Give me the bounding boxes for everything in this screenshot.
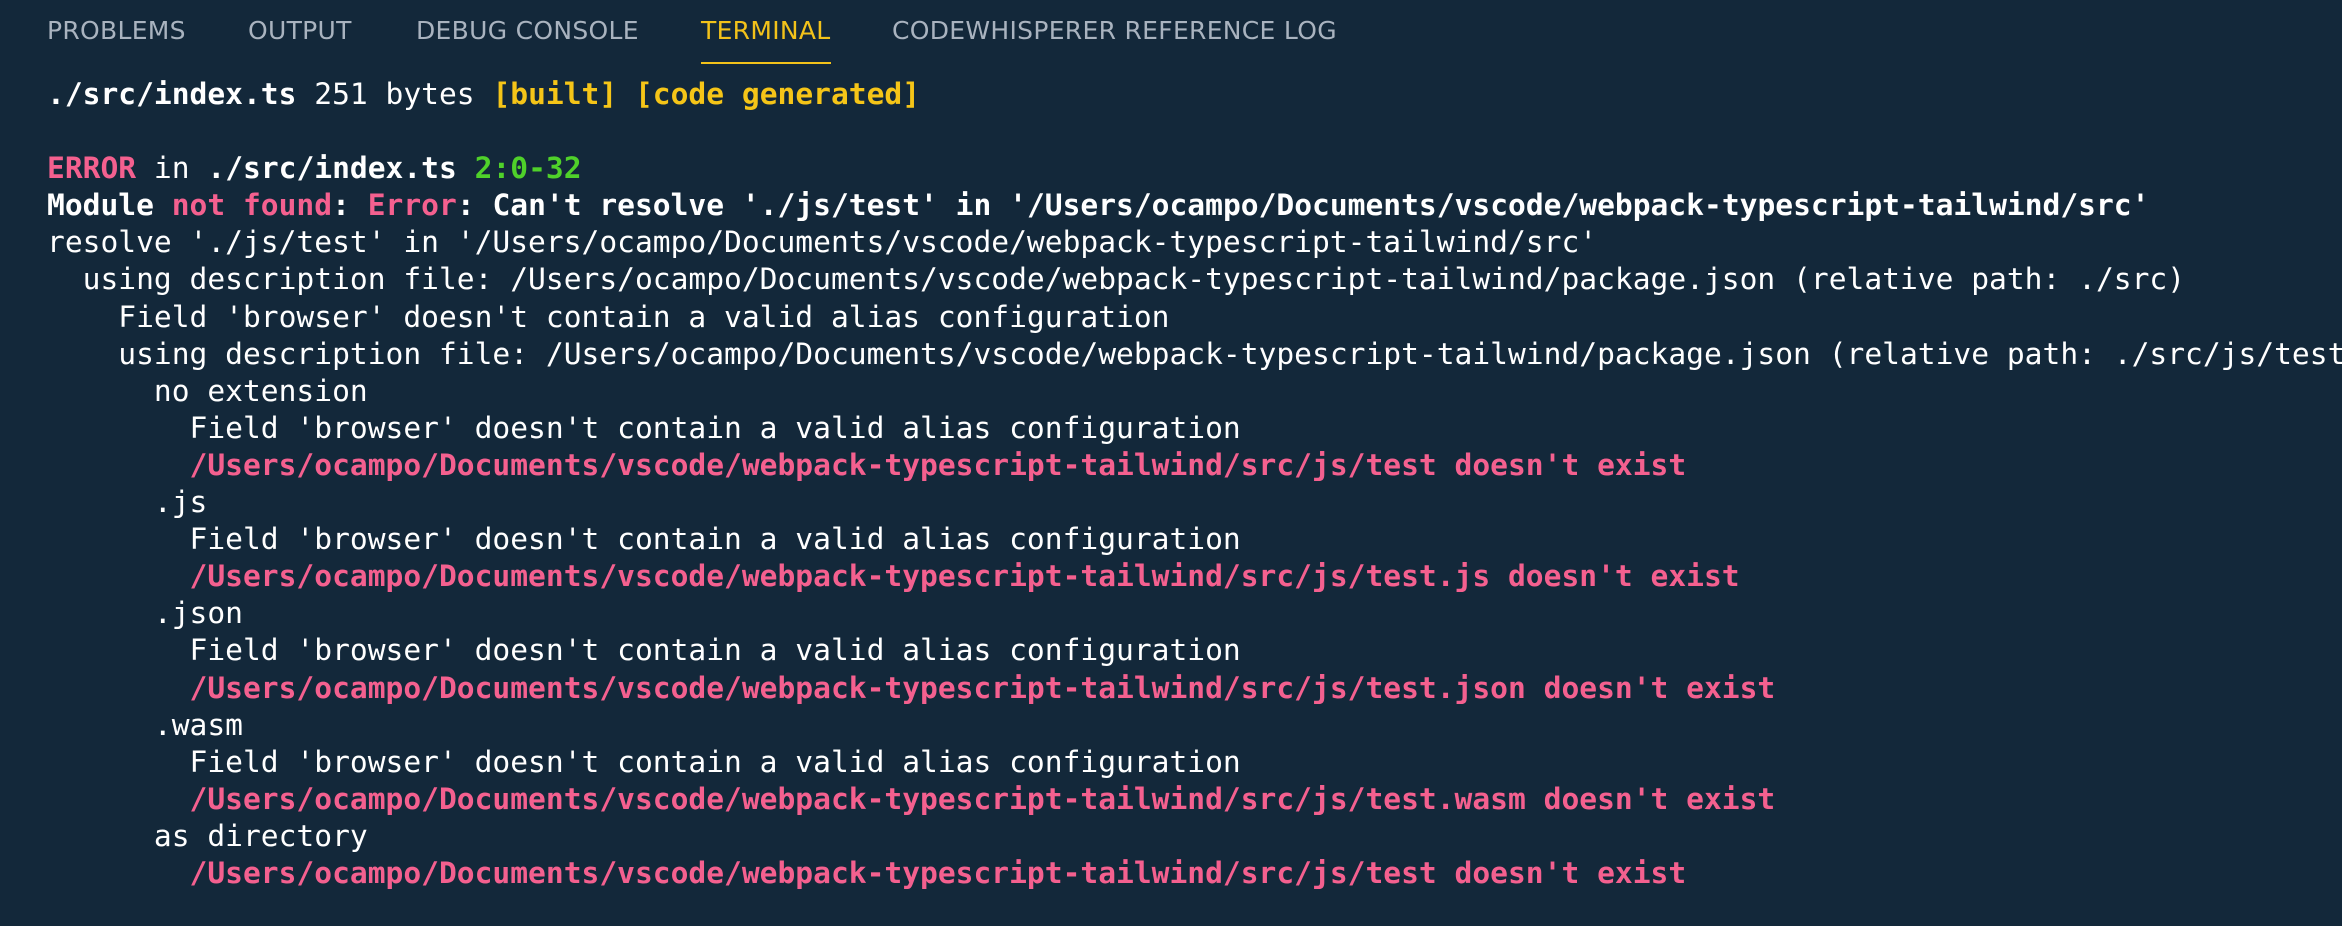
- error-label: ERROR: [47, 151, 137, 186]
- tab-output[interactable]: OUTPUT: [248, 16, 352, 66]
- resolve-trace-line: resolve './js/test' in '/Users/ocampo/Do…: [47, 225, 1598, 260]
- missing-path-line: /Users/ocampo/Documents/vscode/webpack-t…: [47, 670, 1776, 705]
- module-prefix: Module: [47, 188, 172, 223]
- resolve-trace-line: Field 'browser' doesn't contain a valid …: [47, 522, 1241, 557]
- resolve-trace-line: Field 'browser' doesn't contain a valid …: [47, 299, 1170, 334]
- tab-debug-console[interactable]: DEBUG CONSOLE: [416, 16, 639, 66]
- code-generated-tag: [code generated]: [634, 77, 921, 111]
- resolve-trace-line: Field 'browser' doesn't contain a valid …: [47, 744, 1241, 779]
- resolve-trace-line: Field 'browser' doesn't contain a valid …: [47, 633, 1241, 668]
- resolve-trace-line: .js: [47, 485, 208, 520]
- missing-path-line: /Users/ocampo/Documents/vscode/webpack-t…: [47, 781, 1776, 816]
- colon-separator: :: [332, 188, 368, 223]
- built-tag: [built]: [492, 77, 618, 111]
- error-location: 2:0-32: [474, 151, 582, 186]
- built-file-size: 251 bytes: [296, 77, 493, 111]
- missing-path-line: /Users/ocampo/Documents/vscode/webpack-t…: [47, 559, 1740, 594]
- resolve-error-message: : Can't resolve './js/test' in '/Users/o…: [456, 188, 2150, 223]
- missing-path-line: /Users/ocampo/Documents/vscode/webpack-t…: [47, 447, 1687, 482]
- terminal-output[interactable]: ./src/index.ts 251 bytes [built] [code g…: [47, 76, 2342, 892]
- error-file-name: ./src/index.ts: [207, 151, 457, 186]
- missing-path-line: /Users/ocampo/Documents/vscode/webpack-t…: [47, 855, 1687, 890]
- resolve-trace: resolve './js/test' in '/Users/ocampo/Do…: [47, 224, 2342, 892]
- tab-problems[interactable]: PROBLEMS: [47, 16, 186, 66]
- tab-terminal[interactable]: TERMINAL: [701, 16, 831, 66]
- resolve-trace-line: using description file: /Users/ocampo/Do…: [47, 262, 2186, 297]
- panel-tab-bar: PROBLEMS OUTPUT DEBUG CONSOLE TERMINAL C…: [0, 0, 2342, 66]
- tab-codewhisperer-reference-log[interactable]: CODEWHISPERER REFERENCE LOG: [892, 16, 1337, 66]
- error-in-text: in: [136, 151, 208, 186]
- resolve-trace-line: using description file: /Users/ocampo/Do…: [47, 336, 2342, 371]
- module-not-found-line: Module not found: Error: Can't resolve '…: [47, 187, 2327, 224]
- terminal-panel: PROBLEMS OUTPUT DEBUG CONSOLE TERMINAL C…: [0, 0, 2342, 926]
- error-word: Error: [367, 188, 457, 223]
- not-found-text: not found: [171, 188, 333, 223]
- resolve-trace-line: as directory: [47, 818, 368, 853]
- resolve-trace-line: .json: [47, 596, 243, 631]
- error-header-line: ERROR in ./src/index.ts 2:0-32: [47, 150, 2327, 187]
- resolve-trace-line: .wasm: [47, 707, 243, 742]
- resolve-trace-line: Field 'browser' doesn't contain a valid …: [47, 410, 1241, 445]
- built-file-name: ./src/index.ts: [47, 77, 297, 111]
- resolve-trace-line: no extension: [47, 373, 368, 408]
- build-status-line: ./src/index.ts 251 bytes [built] [code g…: [47, 76, 2327, 113]
